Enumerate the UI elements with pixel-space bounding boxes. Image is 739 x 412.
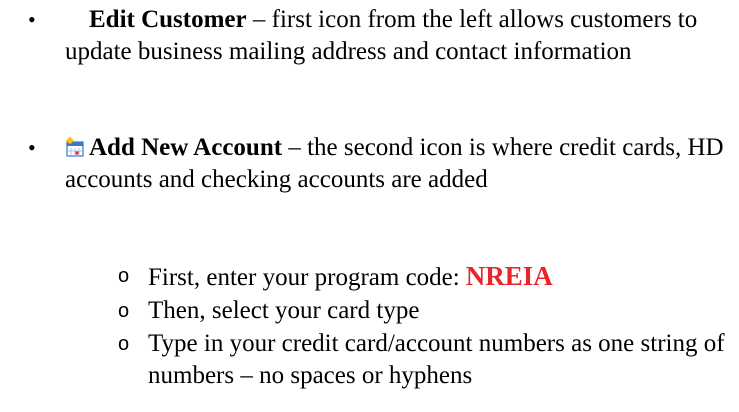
sub-item-text: Then, select your card type: [148, 297, 420, 324]
program-code-instruction: First, enter your program code:: [148, 264, 460, 291]
edit-customer-title: Edit Customer: [89, 6, 247, 33]
sub-item-program-code: o First, enter your program code: NREIA: [0, 260, 739, 296]
sub-item-account-numbers: o Type in your credit card/account numbe…: [0, 328, 739, 398]
add-new-account-title: Add New Account: [89, 134, 283, 161]
sub-item-text: Type in your credit card/account numbers…: [148, 330, 725, 389]
sub-bullet-marker: o: [118, 265, 130, 287]
sub-item-card-type: o Then, select your card type: [0, 295, 739, 327]
bullet-item-add-new-account: • Add New Account – the second icon is w…: [0, 132, 739, 232]
bullet-item-edit-customer: • Edit Customer – first icon from the le…: [0, 4, 739, 104]
sub-item-text: First, enter your program code: NREIA: [148, 260, 733, 294]
calendar-sparkle-icon: [65, 137, 85, 157]
sub-bullet-marker: o: [118, 300, 130, 322]
bullet-marker: •: [28, 135, 36, 160]
bullet-marker: •: [28, 7, 36, 32]
sub-bullet-marker: o: [118, 333, 130, 355]
program-code-value: NREIA: [465, 261, 553, 291]
bullet-text: Add New Account – the second icon is whe…: [65, 132, 725, 196]
bullet-text: Edit Customer – first icon from the left…: [65, 4, 725, 68]
